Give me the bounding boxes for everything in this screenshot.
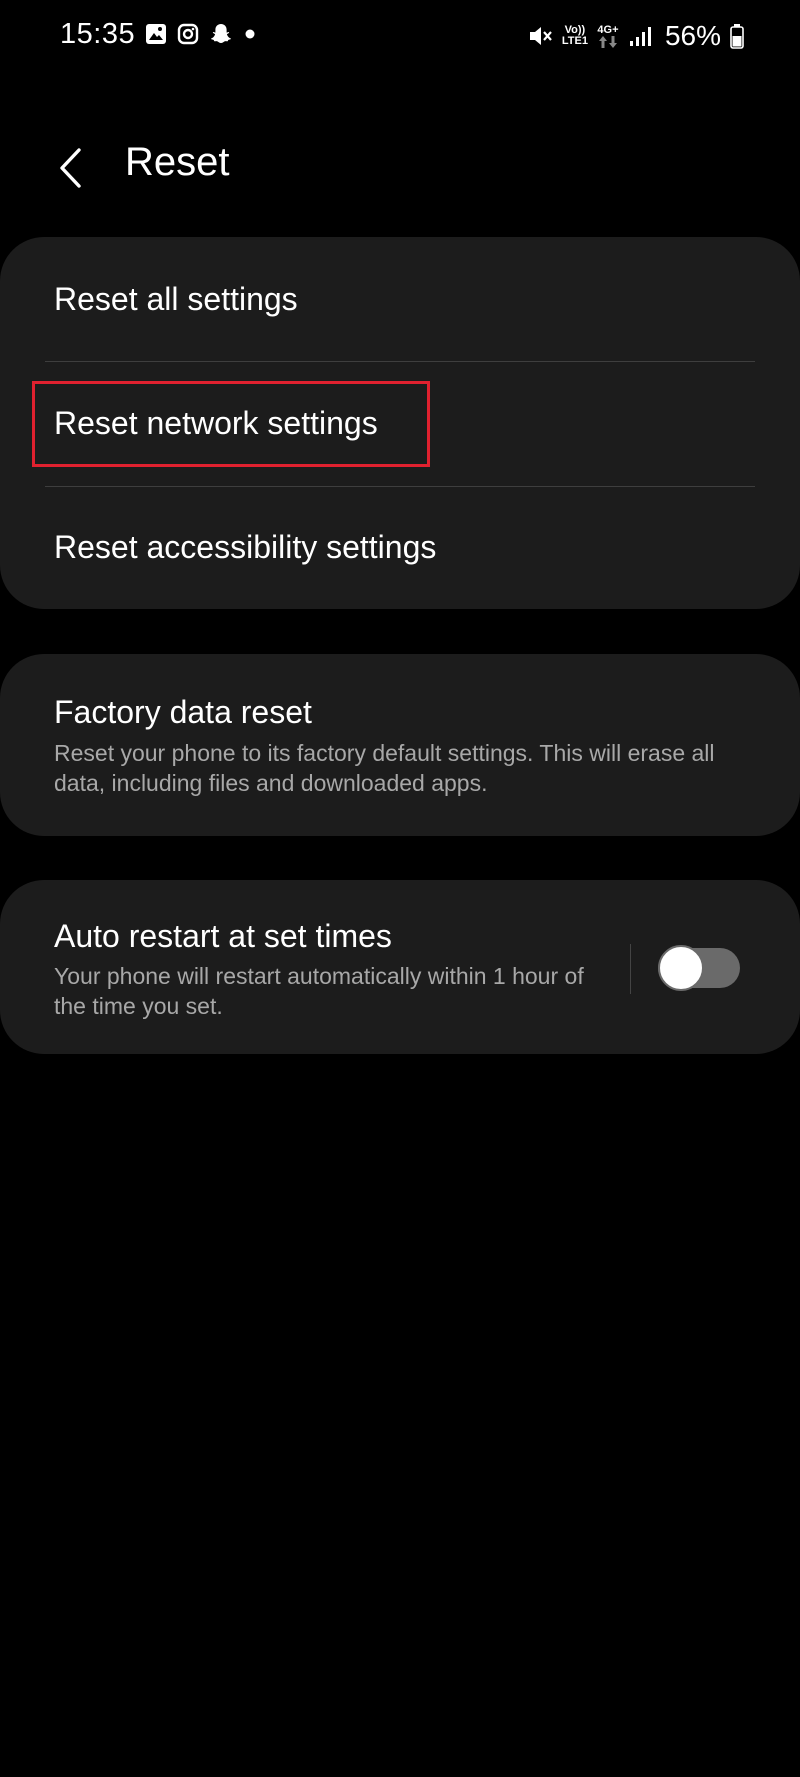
toggle-separator <box>630 944 631 994</box>
reset-accessibility-settings-label: Reset accessibility settings <box>54 529 437 565</box>
highlight-box <box>32 381 430 467</box>
page-title: Reset <box>125 140 230 184</box>
status-time: 15:35 <box>60 18 136 50</box>
page-header: Reset <box>0 130 800 206</box>
toggle-knob <box>658 945 704 991</box>
status-bar: 15:35 Vo)) LTE1 4G+ 56% <box>0 0 800 76</box>
chevron-left-icon <box>60 148 81 188</box>
battery-icon <box>730 23 744 49</box>
reset-accessibility-settings-item[interactable]: Reset accessibility settings <box>0 487 800 609</box>
lte-label: LTE1 <box>561 35 588 47</box>
factory-data-reset-title: Factory data reset <box>54 694 312 730</box>
reset-all-settings-label: Reset all settings <box>54 281 298 317</box>
network-type-indicator: 4G+ <box>597 23 619 48</box>
auto-restart-toggle[interactable] <box>658 945 740 991</box>
reset-options-card: Reset all settings Reset network setting… <box>0 237 800 609</box>
system-status-icons: Vo)) LTE1 4G+ 56% <box>527 20 744 52</box>
battery-percentage: 56% <box>664 20 721 51</box>
data-arrows-icon <box>598 35 617 48</box>
signal-icon <box>628 24 652 48</box>
notification-icons <box>145 22 257 46</box>
auto-restart-title: Auto restart at set times <box>54 918 392 954</box>
gallery-icon <box>145 23 167 45</box>
reset-all-settings-item[interactable]: Reset all settings <box>0 237 800 361</box>
back-button[interactable] <box>44 140 96 196</box>
auto-restart-description: Your phone will restart automatically wi… <box>54 963 584 1019</box>
network-type-label: 4G+ <box>597 23 619 36</box>
auto-restart-item[interactable]: Auto restart at set times Your phone wil… <box>0 880 800 1054</box>
volte-indicator: Vo)) LTE1 <box>562 25 588 47</box>
instagram-icon <box>177 23 199 45</box>
factory-data-reset-description: Reset your phone to its factory default … <box>54 740 715 796</box>
mute-icon <box>527 23 553 49</box>
snapchat-icon <box>209 22 233 46</box>
dot-icon <box>243 27 257 41</box>
factory-data-reset-item[interactable]: Factory data reset Reset your phone to i… <box>0 654 800 836</box>
